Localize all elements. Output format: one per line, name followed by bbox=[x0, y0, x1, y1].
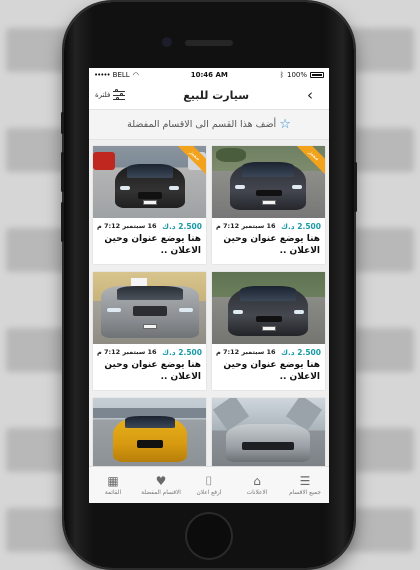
listing-price: 2.500 د.ك bbox=[162, 347, 202, 357]
listing-price: 2.500 د.ك bbox=[162, 221, 202, 231]
add-favorite-banner[interactable]: أضف هذا القسم الى الاقسام المفضلة ☆ bbox=[89, 110, 329, 140]
listing-date: 16 سبتمبر 7:12 م bbox=[216, 348, 276, 356]
filter-label: فلترة bbox=[95, 91, 111, 99]
listing-title: هنا يوضع عنوان وحين الاعلان .. bbox=[223, 234, 320, 256]
heart-icon: ♥ bbox=[155, 473, 167, 488]
listing-card[interactable]: مميز 16 سبتمبر 7:12 م 2.500 د.ك هنا يوضع… bbox=[93, 146, 206, 264]
signal-icon: ••••• bbox=[94, 70, 111, 79]
listing-photo[interactable] bbox=[93, 272, 206, 344]
tab-post-ad[interactable]: ⌷ ارفع اعلان bbox=[185, 473, 233, 496]
tag-icon: ⌂ bbox=[253, 473, 261, 488]
favorite-banner-text: أضف هذا القسم الى الاقسام المفضلة bbox=[127, 119, 277, 130]
chevron-left-icon: ‹ bbox=[307, 86, 313, 104]
filter-sliders-icon bbox=[113, 89, 126, 100]
power-button bbox=[354, 162, 357, 212]
listing-card[interactable]: 16 سبتمبر 7:12 م 2.500 د.ك هنا يوضع عنوا… bbox=[212, 272, 325, 390]
listing-card[interactable]: مميز 16 سبتمبر 7:12 م 2.500 د.ك هنا يوضع… bbox=[212, 146, 325, 264]
volume-up-button bbox=[61, 152, 64, 192]
listing-title: هنا يوضع عنوان وحين الاعلان .. bbox=[104, 360, 201, 382]
list-icon: ☰ bbox=[299, 473, 311, 488]
app-screen: ••••• BELL ◠ 10:46 AM ᛒ 100% فلترة سيارت… bbox=[89, 68, 329, 503]
filter-button[interactable]: فلترة bbox=[95, 89, 126, 100]
wifi-icon: ◠ bbox=[132, 70, 139, 79]
listing-title: هنا يوضع عنوان وحين الاعلان .. bbox=[223, 360, 320, 382]
listing-title: هنا يوضع عنوان وحين الاعلان .. bbox=[104, 234, 201, 256]
home-button[interactable] bbox=[185, 512, 233, 560]
earpiece-speaker bbox=[185, 40, 233, 46]
listing-price: 2.500 د.ك bbox=[281, 221, 321, 231]
menu-grid-icon: ▦ bbox=[107, 473, 119, 488]
bottom-tab-bar: ▦ القائمة ♥ الاقسام المفضلة ⌷ ارفع اعلان… bbox=[89, 466, 329, 503]
battery-percent: 100% bbox=[286, 70, 307, 79]
bluetooth-icon: ᛒ bbox=[279, 70, 284, 79]
front-camera bbox=[162, 37, 172, 47]
listing-photo[interactable] bbox=[212, 398, 325, 470]
listing-price: 2.500 د.ك bbox=[281, 347, 321, 357]
carrier-label: BELL bbox=[112, 70, 130, 79]
page-title: سيارت للبيع bbox=[183, 88, 250, 102]
tab-menu[interactable]: ▦ القائمة bbox=[89, 473, 137, 496]
mute-switch bbox=[61, 112, 64, 134]
star-icon[interactable]: ☆ bbox=[279, 118, 291, 131]
listing-grid: مميز 16 سبتمبر 7:12 م 2.500 د.ك هنا يوضع… bbox=[89, 140, 329, 503]
listing-photo[interactable] bbox=[212, 272, 325, 344]
listing-card[interactable]: 16 سبتمبر 7:12 م 2.500 د.ك هنا يوضع عنوا… bbox=[93, 272, 206, 390]
listing-date: 16 سبتمبر 7:12 م bbox=[216, 222, 276, 230]
listing-photo[interactable]: مميز bbox=[93, 146, 206, 218]
back-button[interactable]: ‹ bbox=[307, 86, 323, 104]
battery-icon bbox=[310, 71, 324, 78]
tab-favorite-sections[interactable]: ♥ الاقسام المفضلة bbox=[137, 473, 185, 496]
listing-date: 16 سبتمبر 7:12 م bbox=[97, 348, 157, 356]
status-bar: ••••• BELL ◠ 10:46 AM ᛒ 100% bbox=[89, 68, 329, 81]
volume-down-button bbox=[61, 202, 64, 242]
camera-icon: ⌷ bbox=[205, 473, 213, 488]
listing-photo[interactable] bbox=[93, 398, 206, 470]
tab-ads[interactable]: ⌂ الاعلانات bbox=[233, 473, 281, 496]
navigation-bar: فلترة سيارت للبيع ‹ bbox=[89, 81, 329, 110]
clock: 10:46 AM bbox=[190, 70, 228, 79]
listing-date: 16 سبتمبر 7:12 م bbox=[97, 222, 157, 230]
tab-all-sections[interactable]: ☰ جميع الاقسام bbox=[281, 473, 329, 496]
listing-photo[interactable]: مميز bbox=[212, 146, 325, 218]
